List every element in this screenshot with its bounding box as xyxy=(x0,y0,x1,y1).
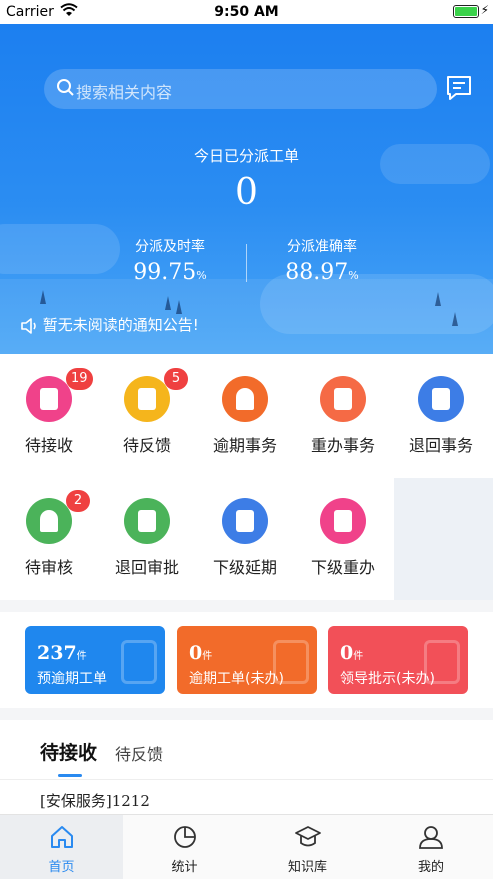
feedback-icon: 5 xyxy=(124,368,188,422)
extension-doc-icon xyxy=(222,498,268,544)
message-icon[interactable] xyxy=(445,74,473,102)
grid-item-overdue[interactable]: 逾期事务 xyxy=(196,376,294,456)
grid-label: 退回审批 xyxy=(114,558,179,577)
nav-label: 我的 xyxy=(417,860,444,875)
document-icon xyxy=(320,376,366,422)
return-doc-icon xyxy=(418,376,464,422)
card-count: 0件 xyxy=(189,642,213,664)
stat-value: 88.97% xyxy=(285,260,359,285)
grid-empty-cell xyxy=(394,478,493,600)
graduation-cap-icon xyxy=(294,826,321,847)
app-screen: Carrier 9:50 AM ⚡ 搜索相关内容 今日已分派工单 0 分派及时率… xyxy=(0,0,493,879)
card-pre-overdue[interactable]: 237件 预逾期工单 xyxy=(25,626,165,694)
charging-icon: ⚡ xyxy=(480,3,489,17)
tab-pending-feedback[interactable]: 待反馈 xyxy=(115,741,163,765)
grid-label: 逾期事务 xyxy=(212,436,277,455)
clock: 9:50 AM xyxy=(214,4,279,20)
nav-profile[interactable]: 我的 xyxy=(369,815,493,879)
inbox-icon: 19 xyxy=(26,368,93,422)
dispatch-count: 0 xyxy=(235,172,258,213)
grid-item-pending-review[interactable]: 2 待审核 xyxy=(0,490,98,578)
count-badge: 19 xyxy=(66,368,93,390)
card-label: 逾期工单(未办) xyxy=(189,671,284,687)
grid-label: 待审核 xyxy=(24,558,73,577)
stat-label: 分派准确率 xyxy=(287,239,357,255)
grid-item-sub-redo[interactable]: 下级重办 xyxy=(294,498,392,578)
notice-bar[interactable]: 暂无未阅读的通知公告! xyxy=(20,314,199,335)
stat-value: 99.75% xyxy=(133,260,207,285)
nav-label: 知识库 xyxy=(287,860,327,875)
grid-label: 退回事务 xyxy=(408,436,473,455)
grid-item-returned[interactable]: 退回事务 xyxy=(392,376,490,456)
search-input[interactable]: 搜索相关内容 xyxy=(44,69,437,109)
count-badge: 5 xyxy=(164,368,188,390)
grid-item-pending-feedback[interactable]: 5 待反馈 xyxy=(98,368,196,456)
nav-knowledge[interactable]: 知识库 xyxy=(246,815,369,879)
card-label: 预逾期工单 xyxy=(37,671,107,687)
stamp-icon: 2 xyxy=(26,490,90,544)
stat-label: 分派及时率 xyxy=(135,239,205,255)
grid-label: 下级延期 xyxy=(212,558,277,577)
grid-label: 下级重办 xyxy=(310,558,375,577)
pie-chart-icon xyxy=(173,826,196,848)
card-label: 领导批示(未办) xyxy=(340,671,435,687)
card-leader-instruction[interactable]: 0件 领导批示(未办) xyxy=(328,626,468,694)
status-bar: Carrier 9:50 AM ⚡ xyxy=(0,0,493,24)
function-grid: 19 待接收 5 待反馈 逾期事务 重办事务 退回事务 2 待审核 退回审批 下… xyxy=(0,354,493,600)
card-count: 0件 xyxy=(340,642,364,664)
tab-indicator xyxy=(58,774,82,777)
tab-pending-receive[interactable]: 待接收 xyxy=(40,738,97,765)
dispatch-title: 今日已分派工单 xyxy=(193,147,299,165)
nav-home[interactable]: 首页 xyxy=(0,815,123,879)
card-overdue[interactable]: 0件 逾期工单(未办) xyxy=(177,626,317,694)
task-tabs: 待接收 待反馈 xyxy=(0,720,493,780)
search-placeholder: 搜索相关内容 xyxy=(76,83,173,102)
grid-item-sub-extension[interactable]: 下级延期 xyxy=(196,498,294,578)
grid-item-return-approval[interactable]: 退回审批 xyxy=(98,498,196,578)
grid-label: 待反馈 xyxy=(122,436,171,455)
user-icon xyxy=(419,826,443,849)
home-icon xyxy=(50,826,73,848)
stat-timeliness: 分派及时率 99.75% xyxy=(100,236,240,285)
card-count: 237件 xyxy=(37,642,87,664)
nav-statistics[interactable]: 统计 xyxy=(123,815,246,879)
nav-label: 首页 xyxy=(48,860,75,875)
nav-label: 统计 xyxy=(171,860,198,875)
approval-doc-icon xyxy=(124,498,170,544)
task-list: [安保服务]1212 xyxy=(0,780,493,814)
grid-item-pending-receive[interactable]: 19 待接收 xyxy=(0,368,98,456)
divider xyxy=(246,244,247,282)
alarm-icon xyxy=(222,376,268,422)
search-icon xyxy=(57,79,74,96)
grid-item-redo[interactable]: 重办事务 xyxy=(294,376,392,456)
battery-icon xyxy=(453,5,479,18)
dashboard-hero: 搜索相关内容 今日已分派工单 0 分派及时率 99.75% 分派准确率 88.9… xyxy=(0,24,493,354)
grid-label: 待接收 xyxy=(24,436,73,455)
list-item[interactable]: [安保服务]1212 xyxy=(40,790,150,811)
summary-cards: 237件 预逾期工单 0件 逾期工单(未办) 0件 领导批示(未办) xyxy=(0,612,493,708)
stat-accuracy: 分派准确率 88.97% xyxy=(252,236,392,285)
bottom-nav: 首页 统计 知识库 我的 xyxy=(0,814,493,879)
speaker-icon xyxy=(21,317,36,334)
grid-label: 重办事务 xyxy=(310,436,375,455)
count-badge: 2 xyxy=(66,490,90,512)
redo-doc-icon xyxy=(320,498,366,544)
notice-text: 暂无未阅读的通知公告! xyxy=(42,316,199,334)
watermark-icon xyxy=(121,640,157,684)
